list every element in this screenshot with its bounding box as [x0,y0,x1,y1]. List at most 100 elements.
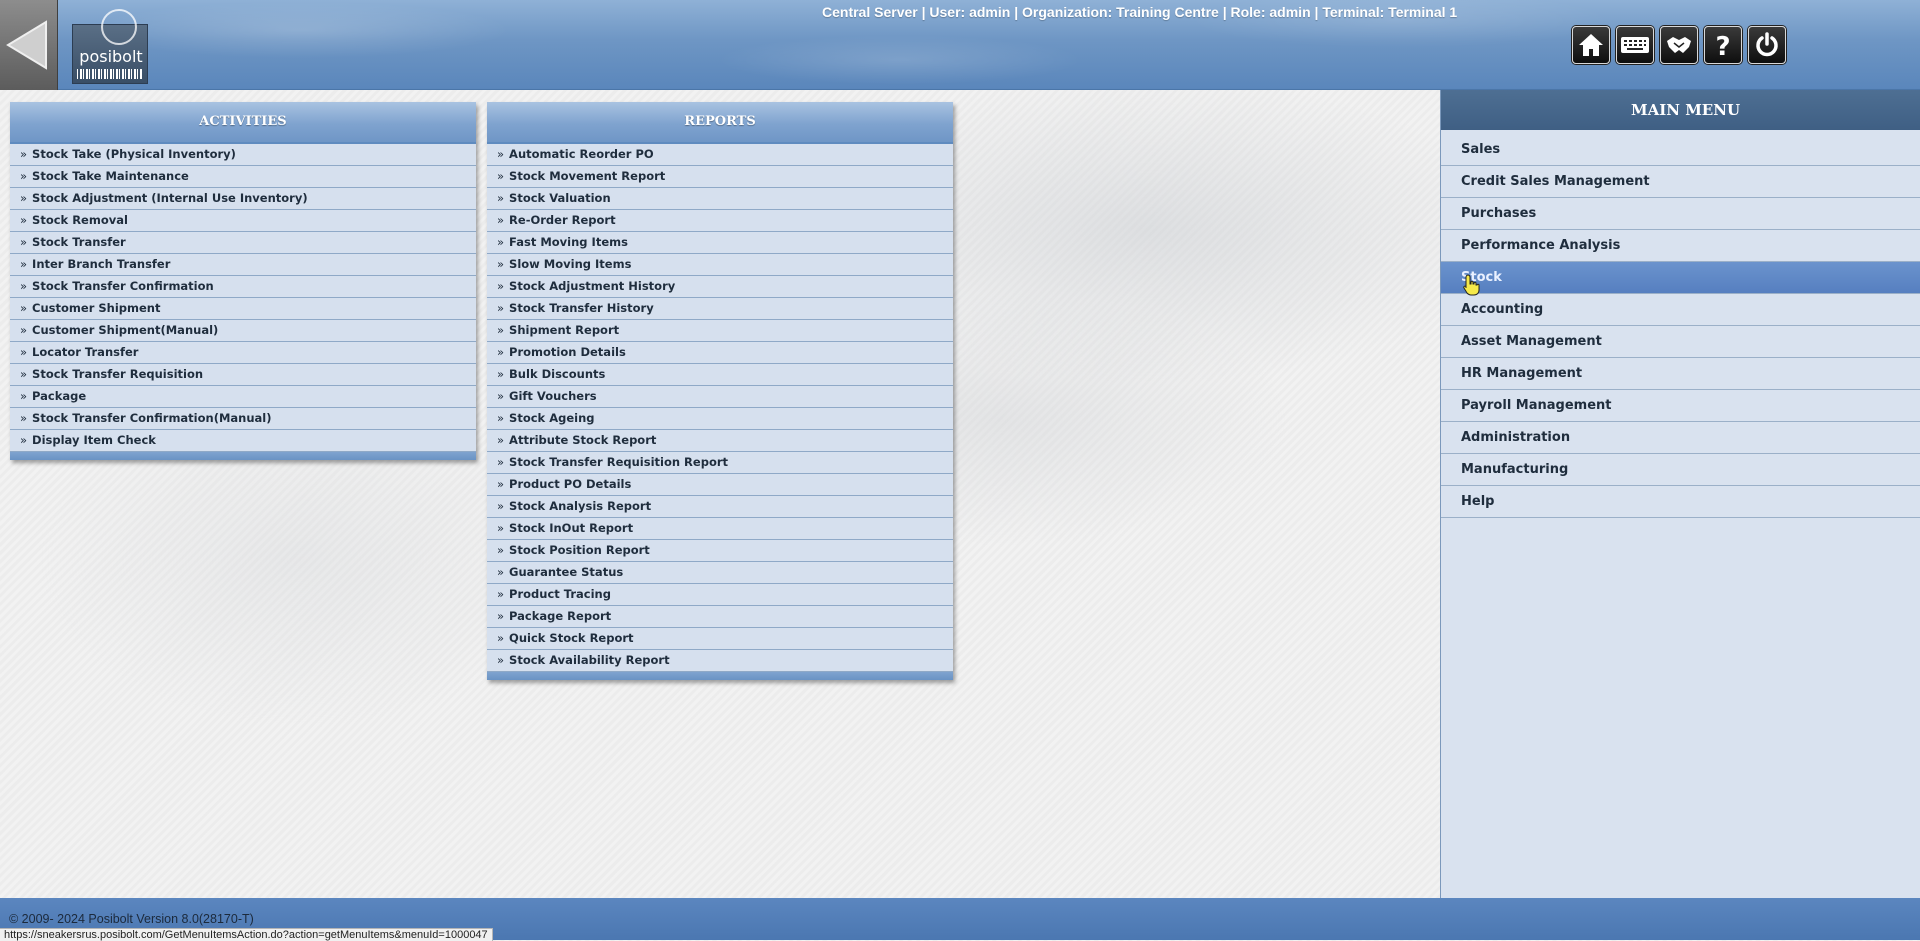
logout-button[interactable] [1748,26,1786,64]
activities-item-stock-transfer-confirmation-manual[interactable]: » Stock Transfer Confirmation(Manual) [10,408,476,430]
home-button[interactable] [1572,26,1610,64]
chevron-right-icon: » [497,565,505,579]
reports-item-stock-adjustment-history[interactable]: » Stock Adjustment History [487,276,953,298]
support-button[interactable] [1660,26,1698,64]
activities-item-stock-transfer-confirmation[interactable]: » Stock Transfer Confirmation [10,276,476,298]
activities-item-stock-take-physical-inventory[interactable]: » Stock Take (Physical Inventory) [10,144,476,166]
menu-item-performance-analysis[interactable]: Performance Analysis [1441,230,1920,262]
activities-item-label: Stock Transfer Confirmation [32,279,214,293]
activities-panel-footer [10,452,476,460]
reports-item-label: Stock Transfer History [509,301,654,315]
reports-item-product-po-details[interactable]: » Product PO Details [487,474,953,496]
reports-item-label: Bulk Discounts [509,367,606,381]
reports-item-label: Gift Vouchers [509,389,597,403]
chevron-right-icon: » [497,433,505,447]
reports-item-label: Promotion Details [509,345,626,359]
activities-item-label: Package [32,389,87,403]
menu-item-label: Purchases [1461,206,1537,221]
browser-status-url: https://sneakersrus.posibolt.com/GetMenu… [0,928,493,941]
activities-title: ACTIVITIES [10,102,476,144]
menu-item-label: Asset Management [1461,334,1602,349]
chevron-right-icon: » [497,587,505,601]
power-icon [1756,32,1778,57]
chevron-right-icon: » [20,147,28,161]
reports-item-label: Stock Ageing [509,411,595,425]
reports-item-promotion-details[interactable]: » Promotion Details [487,342,953,364]
reports-item-attribute-stock-report[interactable]: » Attribute Stock Report [487,430,953,452]
reports-item-label: Guarantee Status [509,565,624,579]
activities-item-stock-transfer-requisition[interactable]: » Stock Transfer Requisition [10,364,476,386]
chevron-right-icon: » [20,169,28,183]
activities-item-stock-removal[interactable]: » Stock Removal [10,210,476,232]
session-info: Central Server | User: admin | Organizat… [822,4,1458,20]
reports-item-guarantee-status[interactable]: » Guarantee Status [487,562,953,584]
activities-panel: ACTIVITIES » Stock Take (Physical Invento… [10,102,476,460]
handshake-icon [1667,37,1691,53]
activities-item-stock-take-maintenance[interactable]: » Stock Take Maintenance [10,166,476,188]
menu-item-credit-sales-management[interactable]: Credit Sales Management [1441,166,1920,198]
activities-item-inter-branch-transfer[interactable]: » Inter Branch Transfer [10,254,476,276]
menu-item-asset-management[interactable]: Asset Management [1441,326,1920,358]
reports-item-re-order-report[interactable]: » Re-Order Report [487,210,953,232]
activities-item-package[interactable]: » Package [10,386,476,408]
activities-item-label: Stock Transfer Requisition [32,367,204,381]
activities-item-customer-shipment[interactable]: » Customer Shipment [10,298,476,320]
menu-item-manufacturing[interactable]: Manufacturing [1441,454,1920,486]
chevron-right-icon: » [497,345,505,359]
activities-item-locator-transfer[interactable]: » Locator Transfer [10,342,476,364]
activities-item-stock-transfer[interactable]: » Stock Transfer [10,232,476,254]
reports-item-automatic-reorder-po[interactable]: » Automatic Reorder PO [487,144,953,166]
activities-item-customer-shipment-manual[interactable]: » Customer Shipment(Manual) [10,320,476,342]
activities-list: » Stock Take (Physical Inventory) » Stock T… [10,144,476,452]
chevron-right-icon: » [497,609,505,623]
menu-item-label: Manufacturing [1461,462,1569,477]
chevron-right-icon: » [20,367,28,381]
reports-item-shipment-report[interactable]: » Shipment Report [487,320,953,342]
reports-item-quick-stock-report[interactable]: » Quick Stock Report [487,628,953,650]
reports-item-stock-ageing[interactable]: » Stock Ageing [487,408,953,430]
reports-item-stock-valuation[interactable]: » Stock Valuation [487,188,953,210]
reports-item-stock-analysis-report[interactable]: » Stock Analysis Report [487,496,953,518]
menu-item-administration[interactable]: Administration [1441,422,1920,454]
chevron-right-icon: » [497,521,505,535]
help-button[interactable]: ? [1704,26,1742,64]
reports-item-stock-availability-report[interactable]: » Stock Availability Report [487,650,953,672]
reports-item-stock-movement-report[interactable]: » Stock Movement Report [487,166,953,188]
back-button[interactable] [0,0,58,90]
activities-item-label: Stock Removal [32,213,128,227]
reports-item-fast-moving-items[interactable]: » Fast Moving Items [487,232,953,254]
reports-item-slow-moving-items[interactable]: » Slow Moving Items [487,254,953,276]
svg-text:?: ? [1715,32,1730,60]
reports-item-bulk-discounts[interactable]: » Bulk Discounts [487,364,953,386]
menu-item-payroll-management[interactable]: Payroll Management [1441,390,1920,422]
menu-item-help[interactable]: Help [1441,486,1920,518]
activities-item-label: Stock Take (Physical Inventory) [32,147,236,161]
reports-item-stock-position-report[interactable]: » Stock Position Report [487,540,953,562]
reports-item-stock-transfer-requisition-report[interactable]: » Stock Transfer Requisition Report [487,452,953,474]
chevron-right-icon: » [497,323,505,337]
menu-item-sales[interactable]: Sales [1441,134,1920,166]
reports-item-stock-transfer-history[interactable]: » Stock Transfer History [487,298,953,320]
reports-panel: REPORTS » Automatic Reorder PO » Stock Move… [487,102,953,680]
reports-item-label: Shipment Report [509,323,620,337]
main-menu-title: MAIN MENU [1441,90,1920,130]
activities-item-label: Stock Adjustment (Internal Use Inventory… [32,191,308,205]
activities-item-display-item-check[interactable]: » Display Item Check [10,430,476,452]
header-toolbar: ? [1572,26,1786,64]
main-menu-list: Sales Credit Sales Management Purchases Per… [1441,134,1920,518]
reports-item-gift-vouchers[interactable]: » Gift Vouchers [487,386,953,408]
reports-item-label: Stock InOut Report [509,521,634,535]
chevron-right-icon: » [497,455,505,469]
menu-item-purchases[interactable]: Purchases [1441,198,1920,230]
activities-item-stock-adjustment-internal-use-inventory[interactable]: » Stock Adjustment (Internal Use Inventor… [10,188,476,210]
reports-item-product-tracing[interactable]: » Product Tracing [487,584,953,606]
menu-item-stock[interactable]: Stock [1441,262,1920,296]
reports-panel-footer [487,672,953,680]
menu-item-accounting[interactable]: Accounting [1441,294,1920,326]
keyboard-button[interactable] [1616,26,1654,64]
activities-item-label: Inter Branch Transfer [32,257,171,271]
reports-item-package-report[interactable]: » Package Report [487,606,953,628]
menu-item-hr-management[interactable]: HR Management [1441,358,1920,390]
reports-item-stock-inout-report[interactable]: » Stock InOut Report [487,518,953,540]
menu-item-label: Payroll Management [1461,398,1612,413]
